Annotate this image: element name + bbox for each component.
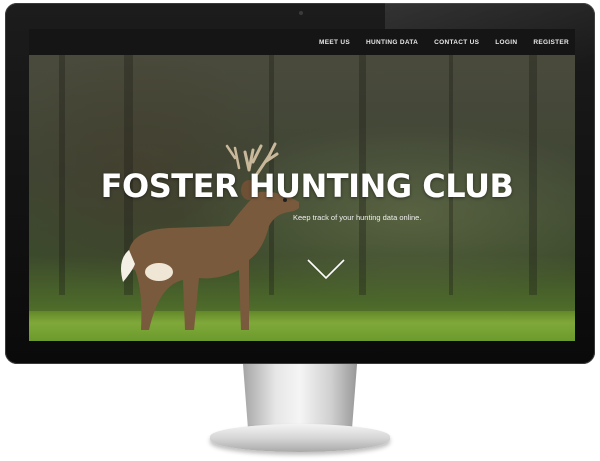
chevron-down-icon[interactable]	[306, 258, 346, 280]
nav-item-register[interactable]: REGISTER	[533, 39, 569, 46]
monitor-stand	[242, 364, 358, 428]
navbar: MEET US HUNTING DATA CONTACT US LOGIN RE…	[29, 29, 575, 55]
hero-title: FOSTER HUNTING CLUB	[100, 167, 514, 205]
nav-item-login[interactable]: LOGIN	[495, 39, 517, 46]
monitor-frame: MEET US HUNTING DATA CONTACT US LOGIN RE…	[5, 3, 595, 364]
hero-subtitle: Keep track of your hunting data online.	[293, 213, 422, 222]
nav-item-contact-us[interactable]: CONTACT US	[434, 39, 479, 46]
nav-item-hunting-data[interactable]: HUNTING DATA	[366, 39, 418, 46]
screen: MEET US HUNTING DATA CONTACT US LOGIN RE…	[29, 29, 575, 341]
webcam	[299, 11, 303, 15]
hero-banner: FOSTER HUNTING CLUB Keep track of your h…	[29, 55, 575, 341]
monitor-base	[210, 424, 390, 452]
nav-item-meet-us[interactable]: MEET US	[319, 39, 350, 46]
